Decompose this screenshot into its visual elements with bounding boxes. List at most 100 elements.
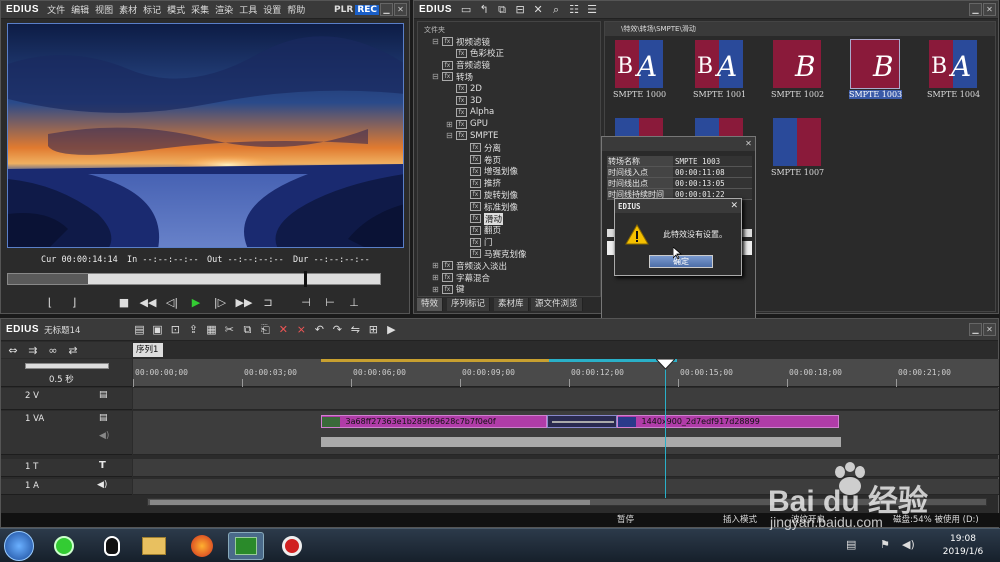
link-icon[interactable]: ∞ xyxy=(45,342,61,358)
timeline-close-icon[interactable]: ✕ xyxy=(983,323,996,336)
tree-expand-icon[interactable] xyxy=(460,226,469,235)
tree-item[interactable]: ⊟ fx 转场 xyxy=(432,71,473,83)
add-clip-icon[interactable]: ⧉ xyxy=(493,2,511,18)
taskbar-app-green[interactable] xyxy=(46,532,82,560)
import-icon[interactable]: ⊟ xyxy=(511,2,529,18)
cut-icon[interactable]: ✕ xyxy=(529,2,547,18)
transition-thumbnail[interactable]: AB xyxy=(929,40,977,88)
tab-effects[interactable]: 特效 xyxy=(417,298,444,311)
tree-item[interactable]: fx 卷页 xyxy=(460,154,501,166)
step-forward-icon[interactable]: |▷ xyxy=(211,294,229,310)
scrollbar-thumb[interactable] xyxy=(150,500,590,505)
tree-expand-icon[interactable] xyxy=(460,143,469,152)
taskbar-app-explorer[interactable] xyxy=(136,532,172,560)
tree-item[interactable]: ⊞ fx 音频淡入淡出 xyxy=(432,260,507,272)
set-out-icon[interactable]: ⌋ xyxy=(65,294,83,310)
menu-clip[interactable]: 素材 xyxy=(116,3,140,16)
tree-item[interactable]: ⊟ fx 视频滤镜 xyxy=(432,36,490,48)
menu-settings[interactable]: 设置 xyxy=(260,3,284,16)
track-header-1va[interactable]: 1 VA ▤ ◀) xyxy=(1,411,132,455)
insert-to-timeline-icon[interactable]: ⊣ xyxy=(297,294,315,310)
tree-expand-icon[interactable]: ⊟ xyxy=(446,131,455,140)
track-header-1a[interactable]: 1 A ◀) xyxy=(1,479,132,495)
tray-network-icon[interactable]: ▤ xyxy=(846,538,856,551)
tree-item[interactable]: ⊟ fx SMPTE xyxy=(446,130,498,141)
folder-icon[interactable]: ▭ xyxy=(457,2,475,18)
tree-expand-icon[interactable] xyxy=(460,155,469,164)
sync-lock-icon[interactable]: ⇔ xyxy=(5,342,21,358)
tree-expand-icon[interactable]: ⊟ xyxy=(432,72,441,81)
start-button[interactable] xyxy=(4,531,34,561)
save-icon[interactable]: ▣ xyxy=(148,322,166,338)
new-sequence-icon[interactable]: ▤ xyxy=(130,322,148,338)
tree-expand-icon[interactable] xyxy=(446,108,455,117)
add-transition-icon[interactable]: ⇋ xyxy=(346,322,364,338)
disk-icon[interactable]: ▦ xyxy=(202,322,220,338)
library-close-icon[interactable]: ✕ xyxy=(983,3,996,16)
track-2v-mode-icon[interactable]: ▤ xyxy=(99,390,108,400)
rewind-icon[interactable]: ◀◀ xyxy=(139,294,157,310)
menu-edit[interactable]: 编辑 xyxy=(68,3,92,16)
set-in-icon[interactable]: ⌊ xyxy=(41,294,59,310)
menu-capture[interactable]: 采集 xyxy=(188,3,212,16)
tab-source-browser[interactable]: 源文件浏览 xyxy=(531,298,583,311)
transition-thumbnail[interactable]: B xyxy=(773,40,821,88)
overwrite-to-timeline-icon[interactable]: ⊢ xyxy=(321,294,339,310)
tree-expand-icon[interactable] xyxy=(460,202,469,211)
transition-thumbnail[interactable]: AB xyxy=(695,40,743,88)
paste-icon[interactable]: ⎗ xyxy=(256,322,274,338)
track-1va-mode-icon[interactable]: ▤ xyxy=(99,413,108,423)
cut-icon-timeline[interactable]: ✂ xyxy=(220,322,238,338)
video-clip-1[interactable]: 3a68ff27363e1b289f69628c7b7f0e0f xyxy=(321,415,547,428)
audio-track-icon[interactable]: ◀) xyxy=(97,480,107,490)
menu-view[interactable]: 视图 xyxy=(92,3,116,16)
menu-marker[interactable]: 标记 xyxy=(140,3,164,16)
match-frame-icon[interactable]: ⊥ xyxy=(345,294,363,310)
track-header-1t[interactable]: 1 T T xyxy=(1,459,132,477)
tree-expand-icon[interactable]: ⊞ xyxy=(432,261,441,270)
transition-thumbnail[interactable]: B xyxy=(850,39,900,89)
tree-expand-icon[interactable]: ⊞ xyxy=(432,285,441,294)
tray-volume-icon[interactable]: ◀) xyxy=(902,538,915,551)
tree-item[interactable]: fx 翻页 xyxy=(460,225,501,236)
playhead-marker-icon[interactable] xyxy=(656,359,675,370)
taskbar-app-edius[interactable] xyxy=(228,532,264,560)
tree-item[interactable]: fx 马赛克划像 xyxy=(460,248,527,260)
play-icon[interactable]: ▶ xyxy=(187,294,205,310)
tree-item[interactable]: fx 2D xyxy=(446,83,482,94)
tree-item[interactable]: fx 音频滤镜 xyxy=(432,60,490,71)
close-icon[interactable]: ✕ xyxy=(394,3,407,16)
track-header-2v[interactable]: 2 V ▤ xyxy=(1,388,132,410)
search-icon[interactable]: ⌕ xyxy=(547,2,565,18)
tree-expand-icon[interactable] xyxy=(446,96,455,105)
tray-flag-icon[interactable]: ⚑ xyxy=(880,538,890,551)
plr-mode-button[interactable]: PLR xyxy=(332,5,355,15)
ripple-delete-icon[interactable]: ⨯ xyxy=(292,322,310,338)
tree-expand-icon[interactable]: ⊟ xyxy=(432,37,441,46)
render-icon[interactable]: ▶ xyxy=(382,322,400,338)
tree-item[interactable]: fx 旋转划像 xyxy=(460,189,518,201)
timeline-minimize-icon[interactable]: ▁ xyxy=(969,323,982,336)
scrubber-track[interactable] xyxy=(7,271,381,287)
tree-expand-icon[interactable]: ⊞ xyxy=(446,120,455,129)
track-lane-1va[interactable]: 3a68ff27363e1b289f69628c7b7f0e0f 1440x90… xyxy=(133,411,999,455)
tree-item[interactable]: ⊞ fx GPU xyxy=(446,119,488,130)
tree-item[interactable]: fx 滑动 xyxy=(460,212,504,225)
audio-clip-bar[interactable] xyxy=(321,437,841,447)
scale-value[interactable]: 0.5 秒 xyxy=(49,373,74,385)
tree-item[interactable]: fx 3D xyxy=(446,95,482,106)
tree-expand-icon[interactable] xyxy=(460,179,469,188)
video-clip-2[interactable]: 1440x900_2d7edf917d28899 xyxy=(617,415,839,428)
track-lane-2v[interactable] xyxy=(133,388,999,410)
zoom-slider[interactable] xyxy=(25,363,109,369)
tree-item[interactable]: fx 增强划像 xyxy=(460,166,518,177)
tree-expand-icon[interactable] xyxy=(446,49,455,58)
transition-thumbnail[interactable]: AB xyxy=(615,40,663,88)
tree-expand-icon[interactable] xyxy=(460,249,469,258)
properties-icon[interactable]: ☰ xyxy=(583,2,601,18)
rec-mode-button[interactable]: REC xyxy=(355,4,379,15)
group-icon[interactable]: ⇉ xyxy=(25,342,41,358)
fast-forward-icon[interactable]: ▶▶ xyxy=(235,294,253,310)
minimize-icon[interactable]: ▁ xyxy=(380,3,393,16)
tree-expand-icon[interactable] xyxy=(460,190,469,199)
